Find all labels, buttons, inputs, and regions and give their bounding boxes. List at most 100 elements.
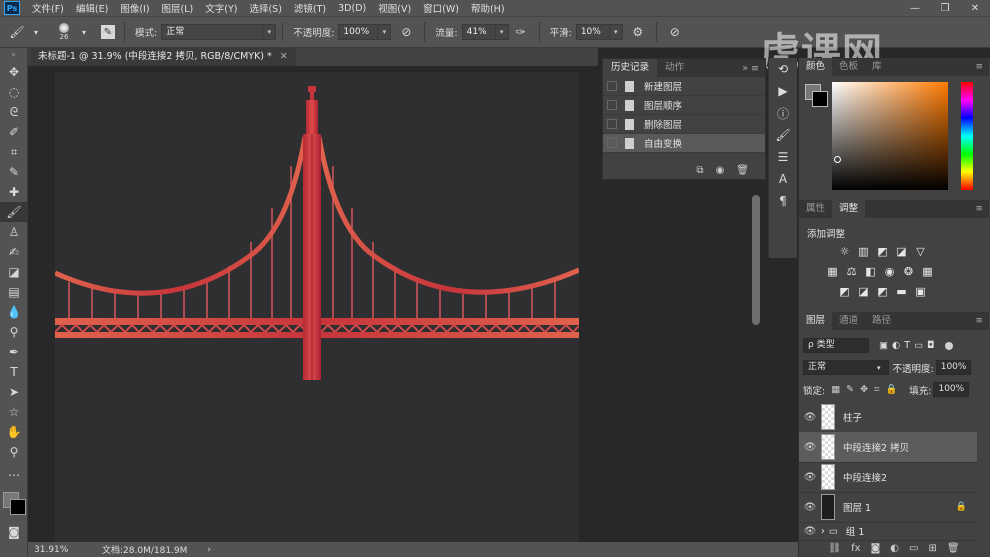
hand-tool-icon[interactable]: ✋	[0, 422, 28, 442]
chevron-down-icon[interactable]: ▾	[378, 24, 392, 40]
menu-image[interactable]: 图像(I)	[114, 1, 155, 15]
history-checkbox[interactable]	[607, 119, 617, 129]
pen-tool-icon[interactable]: ✒	[0, 342, 28, 362]
more-tools-icon[interactable]: …	[0, 462, 28, 482]
eye-icon[interactable]: 👁	[799, 412, 821, 423]
menu-view[interactable]: 视图(V)	[372, 1, 417, 15]
history-checkbox[interactable]	[607, 100, 617, 110]
chevron-down-icon[interactable]: ▾	[263, 24, 277, 40]
crop-tool-icon[interactable]: ⌗	[0, 142, 28, 162]
brush-settings-icon[interactable]: 🖌	[769, 124, 797, 146]
layer-filter-select[interactable]: ρ 类型	[803, 338, 869, 353]
healing-tool-icon[interactable]: ✚	[0, 182, 28, 202]
panel-menu-icon[interactable]: ≡	[975, 204, 983, 214]
fx-icon[interactable]: fx	[851, 543, 860, 554]
hue-saturation-icon[interactable]: ▦	[825, 264, 840, 279]
chevron-down-icon[interactable]: ▾	[32, 23, 40, 41]
menu-file[interactable]: 文件(F)	[26, 1, 70, 15]
dodge-tool-icon[interactable]: ⚲	[0, 322, 28, 342]
play-icon[interactable]: ▶	[769, 80, 797, 102]
tab-actions[interactable]: 动作	[657, 59, 692, 77]
pressure-size-icon[interactable]: ⊘	[666, 23, 684, 41]
panel-grip-icon[interactable]: »	[0, 48, 27, 62]
eyedropper-tool-icon[interactable]: ✎	[0, 162, 28, 182]
photo-filter-icon[interactable]: ◉	[882, 264, 897, 279]
history-checkbox[interactable]	[607, 81, 617, 91]
link-icon[interactable]: ⛓	[828, 543, 841, 554]
character-panel-icon[interactable]: A	[769, 168, 797, 190]
vertical-scrollbar[interactable]	[752, 195, 760, 325]
layer-opacity-input[interactable]: 100%	[935, 360, 972, 375]
hue-slider[interactable]	[961, 82, 973, 190]
brush-panel-toggle-icon[interactable]: ✎	[101, 25, 115, 39]
document-canvas[interactable]	[55, 72, 579, 547]
chevron-down-icon[interactable]: ▾	[80, 23, 88, 41]
trash-icon[interactable]: 🗑	[947, 543, 960, 554]
history-item[interactable]: 新建图层	[603, 77, 765, 96]
quick-select-tool-icon[interactable]: ✐	[0, 122, 28, 142]
quick-mask-icon[interactable]: ◙	[0, 522, 28, 542]
airbrush-icon[interactable]: ✑	[512, 23, 530, 41]
flow-input[interactable]: 41%	[461, 24, 496, 40]
brightness-contrast-icon[interactable]: ☼	[837, 244, 852, 259]
tab-channels[interactable]: 通道	[832, 312, 865, 330]
mask-icon[interactable]: ◙	[871, 543, 881, 554]
shape-tool-icon[interactable]: ☆	[0, 402, 28, 422]
history-checkbox[interactable]	[607, 138, 617, 148]
history-item[interactable]: 删除图层	[603, 115, 765, 134]
restore-icon[interactable]: ❐	[930, 0, 960, 16]
selective-color-icon[interactable]: ▣	[913, 284, 928, 299]
brush-tool-icon[interactable]: 🖌	[8, 23, 26, 41]
menu-layer[interactable]: 图层(L)	[156, 1, 200, 15]
eraser-tool-icon[interactable]: ◪	[0, 262, 28, 282]
vibrance-icon[interactable]: ▽	[913, 244, 928, 259]
smooth-input[interactable]: 10%	[575, 24, 610, 40]
close-icon[interactable]: ✕	[280, 51, 288, 62]
gear-icon[interactable]: ⚙	[629, 23, 647, 41]
new-layer-icon[interactable]: ⊞	[928, 543, 936, 554]
eye-icon[interactable]: 👁	[799, 502, 821, 513]
eye-icon[interactable]: 👁	[799, 442, 821, 453]
type-tool-icon[interactable]: T	[0, 362, 28, 382]
levels-icon[interactable]: ▥	[856, 244, 871, 259]
chevron-down-icon[interactable]: ▾	[877, 364, 881, 372]
close-icon[interactable]: ✕	[960, 0, 990, 16]
color-lookup-icon[interactable]: ▦	[920, 264, 935, 279]
curves-icon[interactable]: ◩	[875, 244, 890, 259]
channel-mixer-icon[interactable]: ❂	[901, 264, 916, 279]
chevron-right-icon[interactable]: ›	[207, 545, 211, 555]
invert-icon[interactable]: ◩	[837, 284, 852, 299]
layer-row[interactable]: 👁 中段连接2	[799, 462, 977, 493]
menu-help[interactable]: 帮助(H)	[465, 1, 511, 15]
tab-swatches[interactable]: 色板	[832, 58, 865, 76]
zoom-level[interactable]: 31.91%	[34, 545, 82, 555]
menu-edit[interactable]: 编辑(E)	[70, 1, 114, 15]
layer-row-selected[interactable]: 👁 中段连接2 拷贝	[799, 432, 977, 463]
adjustment-layer-icon[interactable]: ◐	[890, 543, 899, 554]
menu-select[interactable]: 选择(S)	[243, 1, 287, 15]
history-item-selected[interactable]: 自由变换	[603, 134, 765, 153]
info-icon[interactable]: ⓘ	[769, 102, 797, 124]
camera-icon[interactable]: ◉	[716, 165, 725, 176]
background-color-swatch[interactable]	[812, 91, 828, 107]
zoom-tool-icon[interactable]: ⚲	[0, 442, 28, 462]
layer-row[interactable]: 👁 图层 1 🔒	[799, 492, 977, 523]
chevron-down-icon[interactable]: ▾	[609, 24, 623, 40]
filter-toggle-icon[interactable]	[944, 341, 953, 350]
exposure-icon[interactable]: ◪	[894, 244, 909, 259]
layer-row[interactable]: 👁 柱子	[799, 402, 977, 433]
chevron-down-icon[interactable]: ▾	[495, 24, 509, 40]
panel-menu-icon[interactable]: ≡	[975, 316, 983, 326]
gradient-tool-icon[interactable]: ▤	[0, 282, 28, 302]
history-item[interactable]: 图层顺序	[603, 96, 765, 115]
tab-paths[interactable]: 路径	[865, 312, 898, 330]
tab-layers[interactable]: 图层	[799, 312, 833, 330]
mode-select[interactable]: 正常	[161, 24, 264, 40]
tab-properties[interactable]: 属性	[799, 200, 832, 218]
sliders-icon[interactable]: ☰	[769, 146, 797, 168]
lasso-tool-icon[interactable]: ᘓ	[0, 102, 28, 122]
blur-tool-icon[interactable]: 💧	[0, 302, 28, 322]
color-balance-icon[interactable]: ⚖	[844, 264, 859, 279]
tab-libraries[interactable]: 库	[865, 58, 889, 76]
menu-filter[interactable]: 滤镜(T)	[288, 1, 332, 15]
